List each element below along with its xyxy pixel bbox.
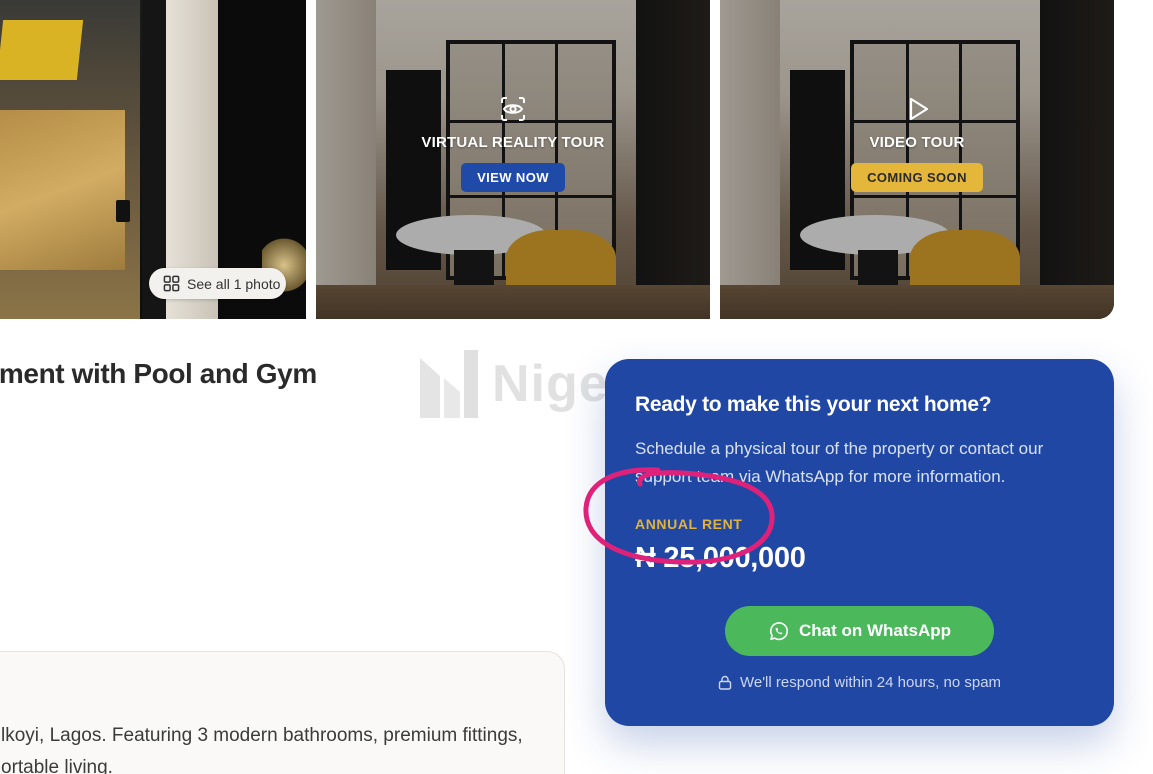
view-now-button[interactable]: VIEW NOW bbox=[461, 163, 565, 192]
property-title: tment with Pool and Gym bbox=[0, 358, 317, 389]
gallery-main-photo[interactable]: See all 1 photo bbox=[0, 0, 306, 319]
video-tour-overlay: VIDEO TOUR COMING SOON bbox=[720, 94, 1114, 192]
vr-tour-overlay: VIRTUAL REALITY TOUR VIEW NOW bbox=[316, 94, 710, 192]
gallery-vr-tour-tile[interactable]: VIRTUAL REALITY TOUR VIEW NOW bbox=[316, 0, 710, 319]
annual-rent-label: ANNUAL RENT bbox=[635, 516, 743, 532]
cta-title: Ready to make this your next home? bbox=[635, 393, 992, 416]
coming-soon-button[interactable]: COMING SOON bbox=[851, 163, 983, 192]
whatsapp-icon bbox=[769, 621, 788, 640]
lock-icon bbox=[718, 675, 732, 690]
description-line-1: lkoyi, Lagos. Featuring 3 modern bathroo… bbox=[1, 725, 523, 746]
video-tour-label: VIDEO TOUR bbox=[869, 134, 965, 151]
rent-cta-card: Ready to make this your next home? Sched… bbox=[605, 359, 1114, 726]
vr-tour-label: VIRTUAL REALITY TOUR bbox=[421, 134, 605, 151]
gallery-video-tour-tile[interactable]: VIDEO TOUR COMING SOON bbox=[720, 0, 1114, 319]
whatsapp-button-label: Chat on WhatsApp bbox=[798, 621, 952, 640]
play-icon bbox=[909, 97, 929, 121]
description-line-2: ortable living. bbox=[1, 757, 113, 774]
grid-icon bbox=[163, 275, 180, 292]
response-note: We'll respond within 24 hours, no spam bbox=[605, 674, 1114, 691]
annual-rent-value: ₦ 25,000,000 bbox=[635, 542, 806, 574]
response-note-text: We'll respond within 24 hours, no spam bbox=[739, 674, 1002, 691]
cta-subtitle: Schedule a physical tour of the property… bbox=[635, 439, 1044, 486]
vr-eye-icon bbox=[501, 97, 525, 121]
description-text: lkoyi, Lagos. Featuring 3 modern bathroo… bbox=[1, 720, 561, 774]
see-all-photos-label: See all 1 photo bbox=[187, 275, 281, 292]
description-card: lkoyi, Lagos. Featuring 3 modern bathroo… bbox=[0, 651, 565, 774]
see-all-photos-button[interactable]: See all 1 photo bbox=[149, 268, 286, 299]
chat-on-whatsapp-button[interactable]: Chat on WhatsApp bbox=[725, 606, 994, 656]
nigerent-logo-icon bbox=[420, 350, 478, 418]
